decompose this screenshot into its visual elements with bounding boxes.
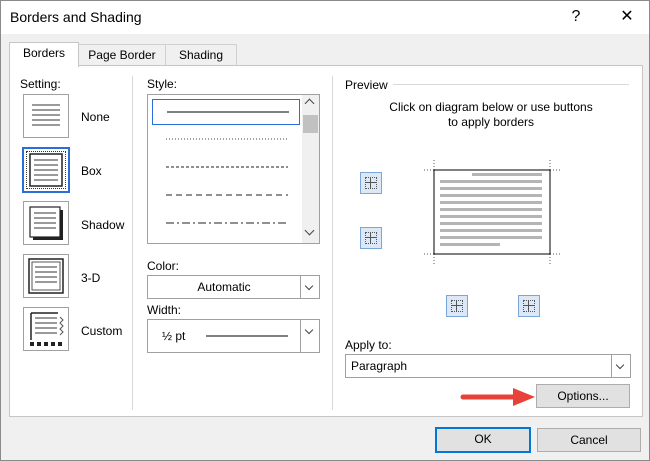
borders-panel: Setting: None Box Shadow 3-D Custom Styl… [9, 65, 643, 417]
cancel-button[interactable]: Cancel [537, 428, 641, 452]
bottom-border-button[interactable] [360, 227, 382, 249]
borders-and-shading-dialog: Borders and Shading ? ✕ Borders Page Bor… [0, 0, 650, 461]
style-scrollbar[interactable] [302, 95, 319, 243]
setting-3d-label[interactable]: 3-D [81, 271, 100, 285]
color-dropdown[interactable]: Automatic [147, 275, 320, 299]
top-border-button[interactable] [360, 172, 382, 194]
scroll-up-icon[interactable] [304, 98, 315, 109]
red-arrow-icon [460, 388, 535, 406]
style-item-solid[interactable] [152, 99, 300, 125]
style-dashed-large-line [166, 194, 288, 196]
setting-shadow-icon [29, 206, 63, 240]
setting-shadow-label[interactable]: Shadow [81, 218, 124, 232]
width-label: Width: [147, 303, 182, 317]
width-line-sample [206, 335, 288, 337]
style-item-dotted[interactable] [152, 127, 298, 151]
style-dashed-small-line [166, 166, 288, 168]
setting-custom-icon [30, 312, 64, 346]
scroll-thumb[interactable] [303, 115, 318, 133]
style-dash-dot-line [166, 222, 288, 224]
preview-diagram-graphic [424, 160, 560, 264]
right-border-button[interactable] [518, 295, 540, 317]
setting-3d-thumb[interactable] [23, 254, 69, 298]
preview-instructions-line1: Click on diagram below or use buttons [389, 100, 593, 114]
width-value: ½ pt [162, 329, 186, 343]
setting-none-thumb[interactable] [23, 94, 69, 138]
ok-button[interactable]: OK [435, 427, 531, 453]
chevron-down-icon[interactable] [300, 276, 319, 298]
setting-box-thumb[interactable] [22, 147, 70, 193]
tab-borders-label: Borders [22, 46, 66, 60]
setting-custom-label[interactable]: Custom [81, 324, 122, 338]
chevron-down-icon[interactable] [611, 355, 630, 377]
color-value: Automatic [197, 280, 251, 294]
preview-diagram[interactable] [424, 160, 560, 264]
preview-label: Preview [345, 78, 388, 92]
setting-none-label[interactable]: None [81, 110, 110, 124]
style-dotted-line [166, 138, 288, 140]
column-divider [332, 76, 333, 410]
style-item-dashed-small[interactable] [152, 155, 298, 179]
width-dropdown[interactable]: ½ pt [147, 319, 320, 353]
help-button[interactable]: ? [561, 5, 591, 29]
style-listbox[interactable] [147, 94, 320, 244]
tab-shading[interactable]: Shading [165, 44, 237, 66]
setting-3d-icon [28, 258, 64, 294]
color-label: Color: [147, 259, 180, 273]
apply-to-value: Paragraph [351, 359, 408, 373]
style-label: Style: [147, 77, 178, 91]
apply-to-dropdown[interactable]: Paragraph [345, 354, 631, 378]
close-button[interactable]: ✕ [612, 5, 642, 29]
setting-box-label[interactable]: Box [81, 164, 102, 178]
tab-shading-label: Shading [178, 48, 224, 62]
apply-to-label: Apply to: [345, 338, 392, 352]
tab-page-border[interactable]: Page Border [77, 44, 167, 66]
style-solid-line [167, 111, 289, 113]
tab-page-border-label: Page Border [88, 48, 156, 62]
style-item-dash-dot[interactable] [152, 211, 298, 235]
title-bar: Borders and Shading ? ✕ [1, 1, 649, 34]
scroll-down-icon[interactable] [304, 225, 315, 236]
options-button[interactable]: Options... [536, 384, 630, 408]
setting-label: Setting: [20, 77, 61, 91]
window-title: Borders and Shading [10, 9, 142, 25]
setting-box-icon [29, 153, 63, 187]
style-item-dashed-large[interactable] [152, 183, 298, 207]
column-divider [132, 76, 133, 410]
tab-borders[interactable]: Borders [9, 42, 79, 67]
setting-shadow-thumb[interactable] [23, 201, 69, 245]
setting-custom-thumb[interactable] [23, 307, 69, 351]
left-border-button[interactable] [446, 295, 468, 317]
setting-none-icon [32, 104, 60, 126]
chevron-down-icon[interactable] [300, 320, 319, 352]
preview-instructions-line2: to apply borders [447, 115, 535, 129]
preview-rule [393, 84, 629, 85]
